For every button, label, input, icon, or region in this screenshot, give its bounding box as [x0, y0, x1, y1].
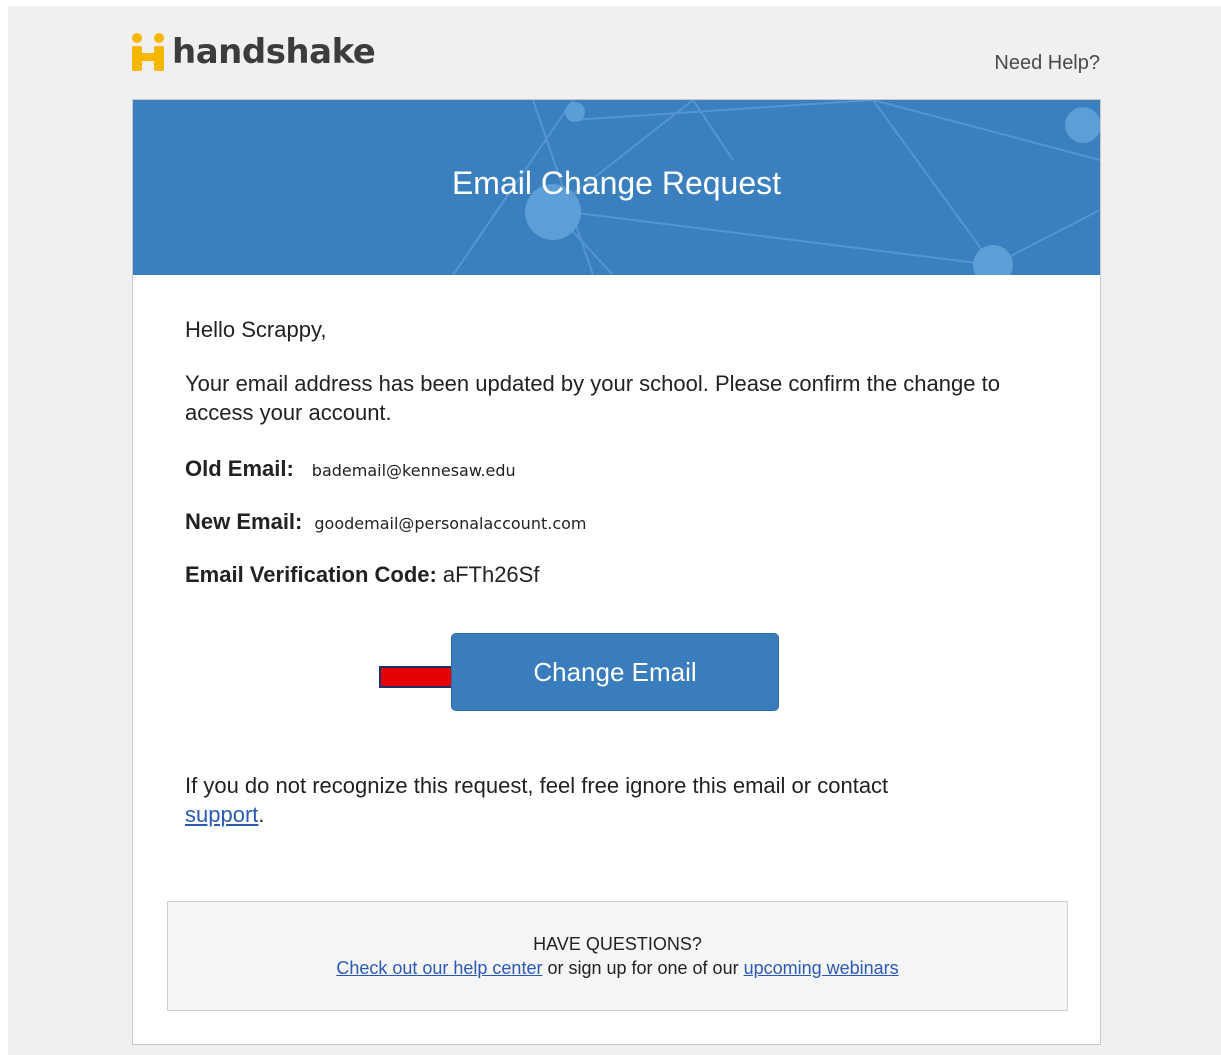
questions-links: Check out our help center or sign up for… [168, 956, 1067, 980]
banner-title: Email Change Request [451, 165, 782, 201]
new-email-value: goodemail@personalaccount.com [314, 514, 587, 533]
email-card: Email Change Request Hello Scrappy, Your… [132, 99, 1101, 1045]
change-email-button[interactable]: Change Email [451, 633, 779, 711]
notice-body: If you do not recognize this request, fe… [185, 773, 889, 798]
intro-text: Your email address has been updated by y… [185, 371, 1000, 425]
verification-code-value: aFTh26Sf [442, 562, 540, 587]
change-email-action: Change Email [378, 633, 779, 713]
help-center-link[interactable]: Check out our help center [336, 958, 542, 978]
questions-middle: or sign up for one of our [542, 958, 744, 978]
questions-box: HAVE QUESTIONS? Check out our help cente… [167, 901, 1068, 1011]
old-email-label: Old Email: [185, 456, 294, 481]
logo-text: handshake [172, 32, 376, 72]
support-link[interactable]: support [185, 802, 258, 827]
handshake-logo-icon [132, 33, 164, 71]
email-header: handshake Need Help? [132, 28, 1100, 88]
header-banner: Email Change Request [133, 100, 1100, 275]
need-help-link[interactable]: Need Help? [994, 52, 1100, 75]
webinars-link[interactable]: upcoming webinars [744, 958, 899, 978]
verification-code-label: Email Verification Code: [185, 562, 437, 587]
notice-end: . [258, 802, 265, 827]
verification-code-row: Email Verification Code: aFTh26Sf [185, 560, 539, 589]
greeting-text: Hello Scrappy, [185, 317, 327, 342]
notice-text: If you do not recognize this request, fe… [185, 771, 1005, 829]
old-email-value: bademail@kennesaw.edu [311, 461, 516, 480]
new-email-label: New Email: [185, 509, 303, 534]
new-email-row: New Email: goodemail@personalaccount.com [185, 507, 586, 538]
handshake-logo[interactable]: handshake [132, 32, 376, 72]
old-email-row: Old Email: bademail@kennesaw.edu [185, 454, 516, 485]
questions-heading: HAVE QUESTIONS? [533, 934, 702, 954]
